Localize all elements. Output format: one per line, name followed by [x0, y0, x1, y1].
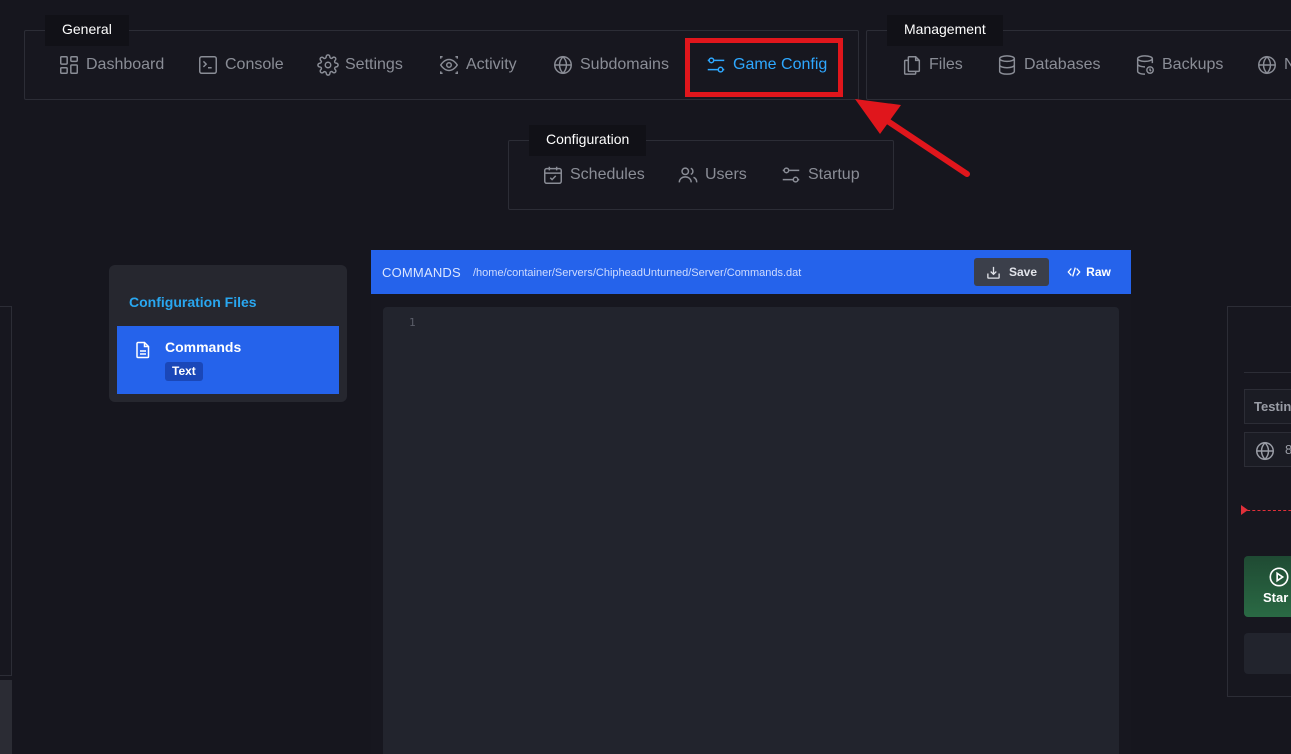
- calendar-icon: [544, 166, 562, 184]
- nav-item-game-config-label: Game Config: [733, 56, 828, 73]
- nav-group-general: General Dashboard Console Settings Activ…: [24, 15, 859, 100]
- editor-header: COMMANDS /home/container/Servers/Chiphea…: [371, 250, 1131, 294]
- nav-group-management: Management Files Databases Backups N: [866, 15, 1291, 100]
- nav-item-settings-label: Settings: [345, 56, 403, 73]
- config-file-item-commands[interactable]: Commands Text: [117, 326, 339, 394]
- nav-item-schedules[interactable]: Schedules: [542, 162, 645, 188]
- config-file-name: Commands: [165, 339, 242, 355]
- terminal-icon: [199, 56, 217, 74]
- app-root: General Dashboard Console Settings Activ…: [0, 0, 1291, 754]
- code-icon: [1067, 267, 1081, 277]
- eye-icon: [439, 56, 459, 74]
- sliders-icon: [707, 57, 725, 73]
- grid-icon: [60, 56, 78, 74]
- panel-divider: [1244, 372, 1291, 373]
- nav-item-network-label: N: [1284, 56, 1291, 73]
- nav-item-settings[interactable]: Settings: [317, 52, 403, 78]
- left-partial-block: [0, 680, 12, 754]
- config-files-title: Configuration Files: [129, 294, 257, 310]
- save-button-label: Save: [1008, 265, 1038, 279]
- nav-item-databases-label: Databases: [1024, 56, 1101, 73]
- nav-item-dashboard[interactable]: Dashboard: [58, 52, 164, 78]
- document-icon: [136, 341, 150, 359]
- nav-item-schedules-label: Schedules: [570, 166, 645, 183]
- server-name-field[interactable]: Testin: [1244, 389, 1291, 424]
- server-address-value: 8: [1285, 442, 1291, 457]
- nav-item-databases[interactable]: Databases: [996, 52, 1101, 78]
- nav-item-backups-label: Backups: [1162, 56, 1224, 73]
- nav-item-activity-label: Activity: [466, 56, 517, 73]
- nav-item-backups[interactable]: Backups: [1134, 52, 1223, 78]
- globe-icon: [554, 55, 572, 75]
- backup-icon: [1136, 55, 1154, 75]
- globe-icon: [1258, 55, 1276, 75]
- config-file-type-badge: Text: [165, 362, 203, 381]
- code-editor-area[interactable]: 1: [383, 307, 1119, 754]
- nav-item-console-label: Console: [225, 56, 284, 73]
- status-line: [1242, 510, 1291, 511]
- nav-item-files-label: Files: [929, 56, 963, 73]
- nav-item-activity[interactable]: Activity: [438, 52, 517, 78]
- files-icon: [903, 56, 921, 75]
- gear-icon: [317, 54, 339, 76]
- left-partial-panel: [0, 306, 12, 676]
- nav-item-subdomains-label: Subdomains: [580, 56, 669, 73]
- nav-item-dashboard-label: Dashboard: [86, 56, 165, 73]
- nav-item-files[interactable]: Files: [901, 52, 963, 78]
- database-icon: [998, 55, 1016, 75]
- play-icon: [1269, 567, 1289, 587]
- nav-item-startup[interactable]: Startup: [780, 162, 860, 188]
- nav-item-network[interactable]: N: [1256, 52, 1291, 78]
- server-info-panel: Testin 8 Star: [1227, 306, 1291, 697]
- sliders-icon: [782, 167, 800, 183]
- nav-item-users[interactable]: Users: [677, 162, 747, 188]
- nav-item-game-config[interactable]: Game Config: [705, 52, 827, 78]
- raw-button-label: Raw: [1086, 265, 1111, 279]
- editor-file-name: COMMANDS: [382, 265, 461, 280]
- config-files-panel: Configuration Files Commands Text: [109, 265, 347, 402]
- save-button[interactable]: Save: [974, 258, 1049, 286]
- editor-file-path: /home/container/Servers/ChipheadUnturned…: [473, 267, 802, 279]
- nav-item-users-label: Users: [705, 166, 747, 183]
- panel-bottom-block: [1244, 633, 1291, 674]
- nav-group-management-title: Management: [887, 15, 1003, 46]
- server-address-field[interactable]: 8: [1244, 432, 1291, 467]
- nav-item-startup-label: Startup: [808, 166, 860, 183]
- file-editor: COMMANDS /home/container/Servers/Chiphea…: [371, 250, 1131, 754]
- save-icon: [987, 266, 1000, 279]
- globe-icon: [1256, 441, 1274, 461]
- nav-group-configuration-title: Configuration: [529, 125, 647, 156]
- raw-button[interactable]: Raw: [1063, 258, 1115, 286]
- nav-item-console[interactable]: Console: [197, 52, 284, 78]
- nav-group-configuration: Configuration Schedules Users Startup: [508, 125, 894, 210]
- start-button[interactable]: Star: [1244, 556, 1291, 617]
- start-button-label: Star: [1263, 590, 1289, 605]
- users-icon: [678, 167, 698, 183]
- nav-group-general-title: General: [45, 15, 129, 46]
- nav-item-subdomains[interactable]: Subdomains: [552, 52, 669, 78]
- line-number: 1: [409, 316, 416, 329]
